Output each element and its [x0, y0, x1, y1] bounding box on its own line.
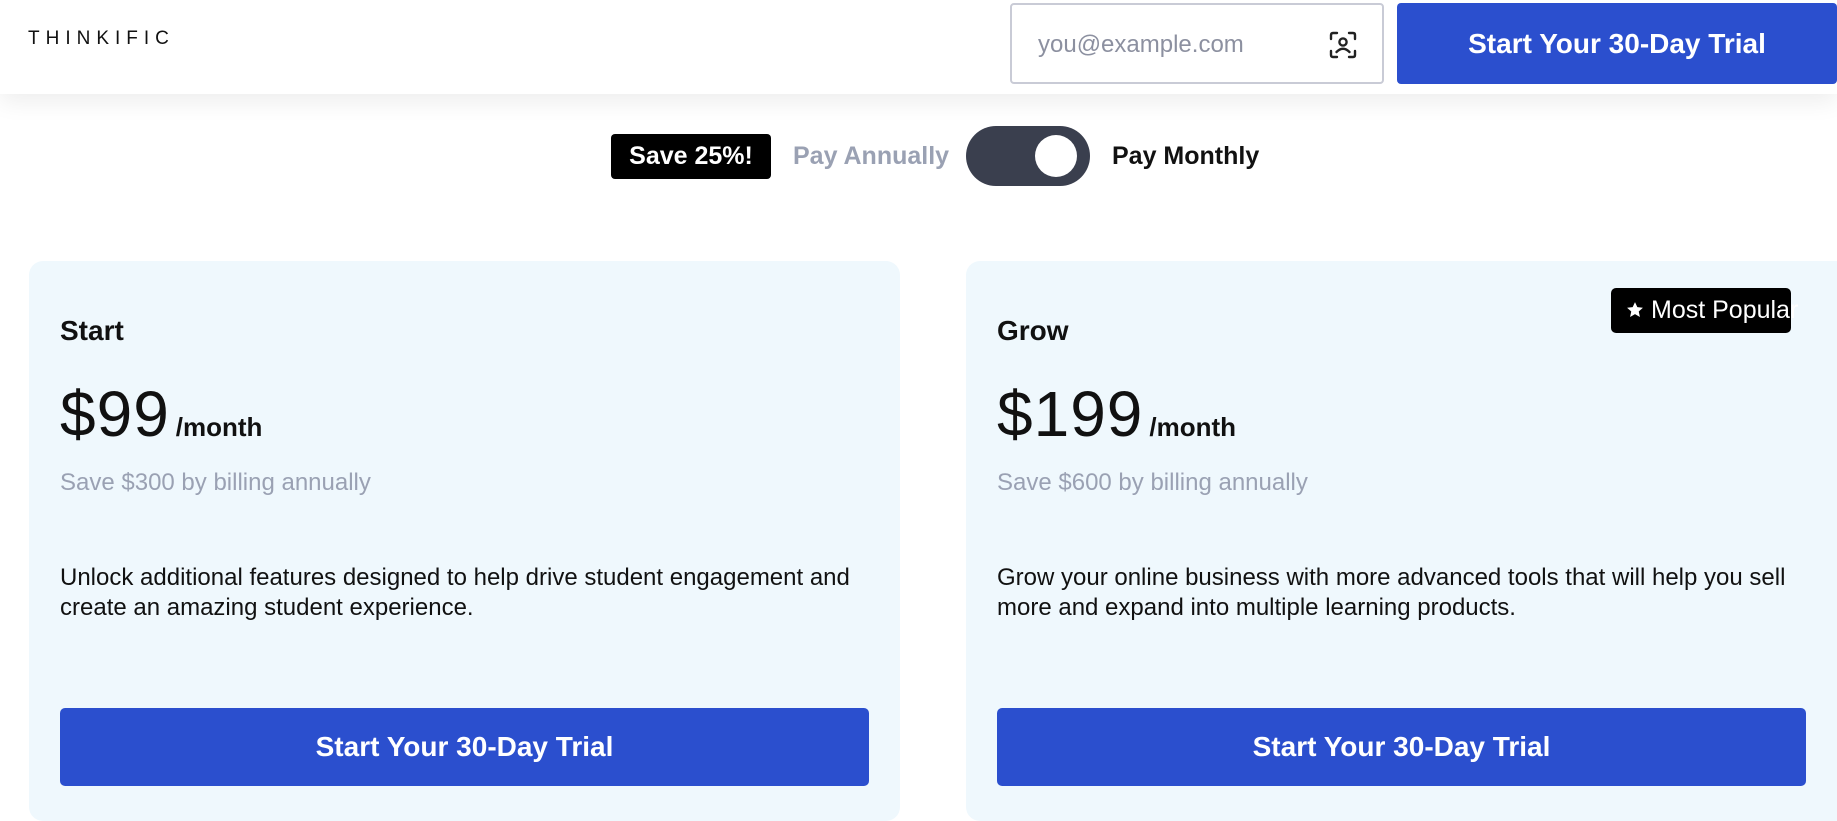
logo[interactable]: THINKIFIC [28, 28, 175, 50]
price-row: $199/month [997, 377, 1236, 451]
billing-period-toggle[interactable] [966, 126, 1090, 186]
pay-annually-label[interactable]: Pay Annually [793, 142, 949, 171]
annual-savings-note: Save $300 by billing annually [60, 469, 371, 496]
email-input[interactable] [1038, 27, 1318, 63]
toggle-knob [1035, 135, 1077, 177]
billing-toggle-row: Save 25%! Pay Annually Pay Monthly [0, 94, 1837, 214]
plan-description: Grow your online business with more adva… [997, 564, 1786, 621]
star-icon [1627, 302, 1643, 317]
start-plan-trial-button[interactable]: Start Your 30-Day Trial [60, 708, 869, 786]
most-popular-badge: Most Popular [1611, 288, 1798, 333]
plan-period: /month [175, 412, 263, 442]
annual-savings-note: Save $600 by billing annually [997, 469, 1308, 496]
pay-monthly-label[interactable]: Pay Monthly [1112, 142, 1259, 171]
grow-plan-trial-button[interactable]: Start Your 30-Day Trial [997, 708, 1806, 786]
plan-card-grow: Most Popular Grow $199/month Save $600 b… [966, 261, 1837, 821]
plan-name: Grow [997, 315, 1069, 346]
header-start-trial-button[interactable]: Start Your 30-Day Trial [1397, 3, 1837, 84]
plan-price: $199 [997, 378, 1144, 450]
email-field-container[interactable] [1010, 3, 1384, 84]
plan-name: Start [60, 315, 124, 346]
most-popular-label: Most Popular [1651, 296, 1799, 324]
site-header: THINKIFIC Start Your 30-Day Trial [0, 0, 1837, 94]
plan-price: $99 [60, 378, 170, 450]
save-badge: Save 25%! [611, 134, 771, 179]
plan-description: Unlock additional features designed to h… [60, 564, 850, 621]
price-row: $99/month [60, 377, 262, 451]
contact-scan-icon[interactable] [1328, 30, 1358, 60]
plan-period: /month [1149, 412, 1237, 442]
plan-card-start: Start $99/month Save $300 by billing ann… [29, 261, 900, 821]
